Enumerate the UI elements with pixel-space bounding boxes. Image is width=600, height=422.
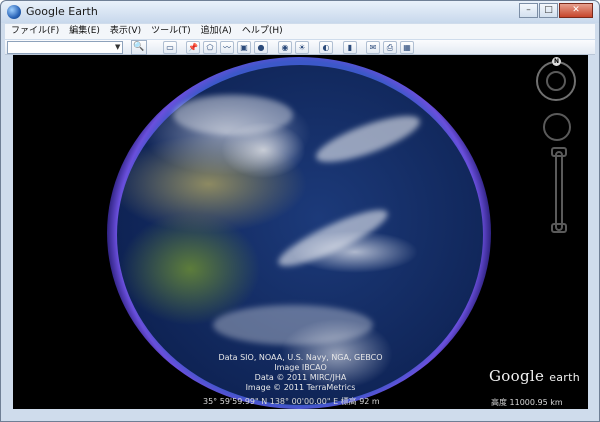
menu-edit[interactable]: 編集(E) xyxy=(69,24,100,39)
overlay-icon[interactable]: ▣ xyxy=(237,41,251,54)
search-input[interactable] xyxy=(7,41,123,54)
email-icon[interactable]: ✉ xyxy=(366,41,380,54)
search-button[interactable]: 🔍 xyxy=(131,40,147,55)
earth-viewport[interactable]: Data SIO, NOAA, U.S. Navy, NGA, GEBCO Im… xyxy=(13,55,588,409)
path-icon[interactable]: 〰 xyxy=(220,41,234,54)
move-joystick[interactable] xyxy=(543,113,571,141)
menu-view[interactable]: 表示(V) xyxy=(110,24,141,39)
menu-tools[interactable]: ツール(T) xyxy=(151,24,191,39)
compass-ring[interactable]: N xyxy=(536,57,576,101)
sky-icon[interactable]: ◉ xyxy=(278,41,292,54)
compass-center[interactable] xyxy=(546,71,566,91)
print-icon[interactable]: ⎙ xyxy=(383,41,397,54)
menu-help[interactable]: ヘルプ(H) xyxy=(242,24,283,39)
cloud-band xyxy=(173,95,293,135)
polygon-icon[interactable]: ⬠ xyxy=(203,41,217,54)
placemark-icon[interactable]: 📌 xyxy=(186,41,200,54)
google-earth-icon xyxy=(7,5,21,19)
sun-icon[interactable]: ☀ xyxy=(295,41,309,54)
toolbar: ▼ 🔍 ▭ 📌 ⬠ 〰 ▣ ● ◉ ☀ ◐ ▮ ✉ ⎙ ▦ xyxy=(5,40,595,55)
google-earth-logo: Google earth xyxy=(489,367,580,385)
logo-google: Google xyxy=(489,367,545,385)
maps-icon[interactable]: ▦ xyxy=(400,41,414,54)
search-icon: 🔍 xyxy=(133,42,145,52)
maximize-button[interactable]: □ xyxy=(539,3,558,18)
menu-bar: ファイル(F) 編集(E) 表示(V) ツール(T) 追加(A) ヘルプ(H) xyxy=(5,24,595,39)
zoom-out-button[interactable] xyxy=(551,223,567,233)
minimize-button[interactable]: – xyxy=(519,3,538,18)
sidebar-icon[interactable]: ▭ xyxy=(163,41,177,54)
menu-file[interactable]: ファイル(F) xyxy=(11,24,59,39)
altitude-readout: 高度 11000.95 km xyxy=(491,398,563,407)
chevron-down-icon[interactable]: ▼ xyxy=(115,43,120,51)
attribution-line: Data SIO, NOAA, U.S. Navy, NGA, GEBCO xyxy=(218,353,383,362)
north-indicator[interactable]: N xyxy=(552,57,561,66)
close-button[interactable]: ✕ xyxy=(559,3,593,18)
zoom-slider[interactable] xyxy=(555,151,563,231)
menu-add[interactable]: 追加(A) xyxy=(201,24,232,39)
window-controls: – □ ✕ xyxy=(519,3,593,18)
planet-icon[interactable]: ◐ xyxy=(319,41,333,54)
logo-earth: earth xyxy=(549,371,581,384)
cloud-band xyxy=(213,305,373,345)
title-bar[interactable]: Google Earth – □ ✕ xyxy=(1,1,599,23)
app-window: Google Earth – □ ✕ ファイル(F) 編集(E) 表示(V) ツ… xyxy=(0,0,600,422)
window-title: Google Earth xyxy=(26,5,98,18)
coordinates-readout: 35° 59'59.99" N 138° 00'00.00" E 標高 92 m xyxy=(203,397,380,406)
tour-icon[interactable]: ● xyxy=(254,41,268,54)
status-bar xyxy=(5,409,595,421)
ruler-icon[interactable]: ▮ xyxy=(343,41,357,54)
